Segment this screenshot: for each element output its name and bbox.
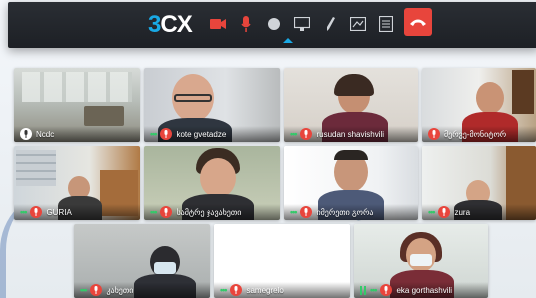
participant-name: მერვე-მონიტორ [444,129,507,139]
audio-level-icon [360,285,366,295]
participant-bar: ••• იმერეთი გორა [284,204,418,220]
participant-name: zura [454,207,471,217]
video-tile[interactable]: ••• იმერეთი გორა [284,146,418,220]
video-tile[interactable]: მერვე-მონიტორ [422,68,536,142]
participant-bar: ••• rusudan shavishvili [284,126,418,142]
video-tile[interactable]: ••• eka gorthashvili [354,224,488,298]
participant-name: სამტრე ჯავახეთი [176,207,242,217]
video-tile[interactable]: ••• სამტრე ჯავახეთი [144,146,280,220]
hangup-button[interactable] [404,8,432,36]
microphone-muted-icon[interactable] [160,206,173,218]
participant-bar: ••• კახეთი [74,282,210,298]
microphone-muted-icon[interactable] [438,206,451,218]
video-tile[interactable]: ••• კახეთი [74,224,210,298]
participant-name: eka gorthashvili [396,285,453,295]
camera-icon[interactable] [208,14,228,34]
active-tool-indicator [283,38,293,43]
document-icon[interactable] [376,14,396,34]
microphone-muted-icon[interactable] [300,206,313,218]
participant-name: kote gvetadze [176,129,227,139]
participant-bar: ••• სამტრე ჯავახეთი [144,204,280,220]
participant-bar: ••• eka gorthashvili [354,282,488,298]
microphone-muted-icon[interactable] [90,284,103,296]
participant-bar: Ncdc [14,126,140,142]
microphone-muted-icon[interactable] [380,284,393,296]
whiteboard-icon[interactable] [348,14,368,34]
participant-name: კახეთი [106,285,134,295]
participant-bar: ••• zura [422,204,536,220]
phone-hangup-icon [410,19,426,26]
screen-share-icon[interactable] [292,14,312,34]
participant-name: samegrelo [246,285,284,295]
participant-name: rusudan shavishvili [316,129,385,139]
microphone-muted-icon[interactable] [300,128,313,140]
participant-bar: მერვე-მონიტორ [422,126,536,142]
participant-name: GURIA [46,207,72,217]
video-tile[interactable]: ••• zura [422,146,536,220]
microphone-on-icon[interactable] [20,128,32,140]
meeting-toolbar: 3CX [8,2,536,48]
microphone-muted-icon[interactable] [30,206,43,218]
participant-bar: ••• kote gvetadze [144,126,280,142]
microphone-muted-icon[interactable] [160,128,173,140]
participant-bar: ••• GURIA [14,204,140,220]
participant-name: Ncdc [36,129,55,139]
app-logo: 3CX [148,11,193,38]
video-tile[interactable]: Ncdc [14,68,140,142]
participant-bar: ••• samegrelo [214,282,350,298]
video-tile[interactable]: ••• GURIA [14,146,140,220]
microphone-muted-icon[interactable] [428,128,440,140]
microphone-muted-icon[interactable] [230,284,243,296]
edit-icon[interactable] [320,14,340,34]
video-tile[interactable]: ••• samegrelo [214,224,350,298]
record-icon[interactable] [264,14,284,34]
video-tile[interactable]: ••• rusudan shavishvili [284,68,418,142]
participant-name: იმერეთი გორა [316,207,374,217]
video-tile[interactable]: ••• kote gvetadze [144,68,280,142]
microphone-icon[interactable] [236,14,256,34]
